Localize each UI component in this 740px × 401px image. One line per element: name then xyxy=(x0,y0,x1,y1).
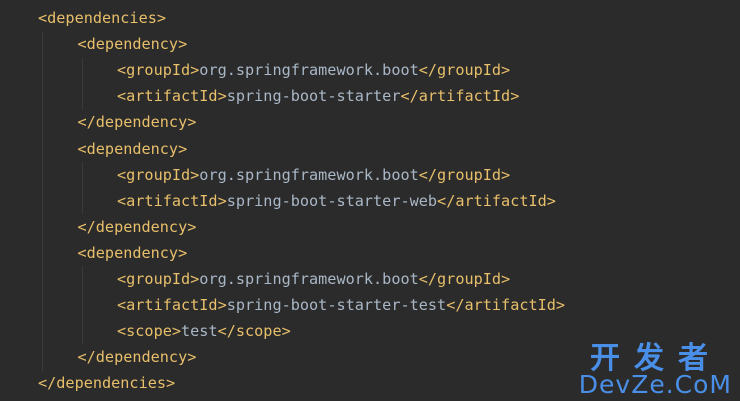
xml-open-tag: </dependencies> xyxy=(38,374,176,393)
code-line[interactable]: <groupId>org.springframework.boot</group… xyxy=(117,57,510,83)
xml-open-tag: <scope> xyxy=(117,322,182,341)
xml-open-tag: <dependency> xyxy=(77,243,188,262)
xml-text: spring-boot-starter-test xyxy=(226,296,447,315)
indent-guide xyxy=(42,32,43,372)
code-line[interactable]: </dependency> xyxy=(78,214,197,240)
code-line[interactable]: <dependency> xyxy=(78,31,188,57)
xml-open-tag: <artifactId> xyxy=(117,87,227,106)
xml-open-tag: <groupId> xyxy=(117,165,200,184)
xml-open-tag: <artifactId> xyxy=(117,296,227,315)
indent-guide xyxy=(82,58,83,110)
xml-open-tag: </dependency> xyxy=(77,217,197,236)
xml-close-tag: </scope> xyxy=(217,322,291,341)
code-line[interactable]: <groupId>org.springframework.boot</group… xyxy=(117,266,510,292)
xml-open-tag: <dependencies> xyxy=(38,9,167,27)
code-line[interactable]: <scope>test</scope> xyxy=(117,318,291,344)
xml-close-tag: </groupId> xyxy=(418,61,511,80)
xml-text: org.springframework.boot xyxy=(199,61,419,80)
xml-text: spring-boot-starter-web xyxy=(226,191,438,210)
code-line[interactable]: </dependencies> xyxy=(38,370,175,396)
xml-close-tag: </artifactId> xyxy=(400,87,520,106)
xml-text: org.springframework.boot xyxy=(199,165,419,184)
watermark-en: DevZe.CoM xyxy=(578,370,732,399)
code-line[interactable]: <groupId>org.springframework.boot</group… xyxy=(117,162,510,188)
code-line[interactable]: <artifactId>spring-boot-starter-test</ar… xyxy=(117,292,565,318)
code-line[interactable]: </dependency> xyxy=(78,109,197,135)
indent-guide xyxy=(82,266,83,344)
xml-open-tag: </dependency> xyxy=(77,113,197,132)
xml-close-tag: </artifactId> xyxy=(437,191,556,210)
indent-guide xyxy=(82,162,83,214)
xml-text: spring-boot-starter xyxy=(226,87,401,106)
xml-open-tag: </dependency> xyxy=(77,348,197,367)
xml-text: test xyxy=(181,322,218,341)
xml-open-tag: <groupId> xyxy=(117,270,200,288)
xml-open-tag: <artifactId> xyxy=(117,191,227,210)
xml-close-tag: </groupId> xyxy=(418,165,511,184)
xml-close-tag: </groupId> xyxy=(418,270,511,288)
xml-open-tag: <groupId> xyxy=(117,61,200,80)
code-editor[interactable]: <dependencies> <dependency> <groupId>org.s… xyxy=(0,0,740,401)
code-line[interactable]: </dependency> xyxy=(78,344,197,370)
code-line[interactable]: <dependency> xyxy=(78,240,188,266)
code-line[interactable]: <dependencies> xyxy=(38,5,166,31)
xml-open-tag: <dependency> xyxy=(77,35,188,54)
xml-open-tag: <dependency> xyxy=(77,139,188,158)
watermark-logo: 开发者 DevZe.CoM xyxy=(574,335,734,399)
code-line[interactable]: <dependency> xyxy=(78,136,188,162)
xml-text: org.springframework.boot xyxy=(199,270,419,288)
code-line[interactable]: <artifactId>spring-boot-starter-web</art… xyxy=(117,188,556,214)
xml-close-tag: </artifactId> xyxy=(446,296,566,315)
code-line[interactable]: <artifactId>spring-boot-starter</artifac… xyxy=(117,83,519,109)
